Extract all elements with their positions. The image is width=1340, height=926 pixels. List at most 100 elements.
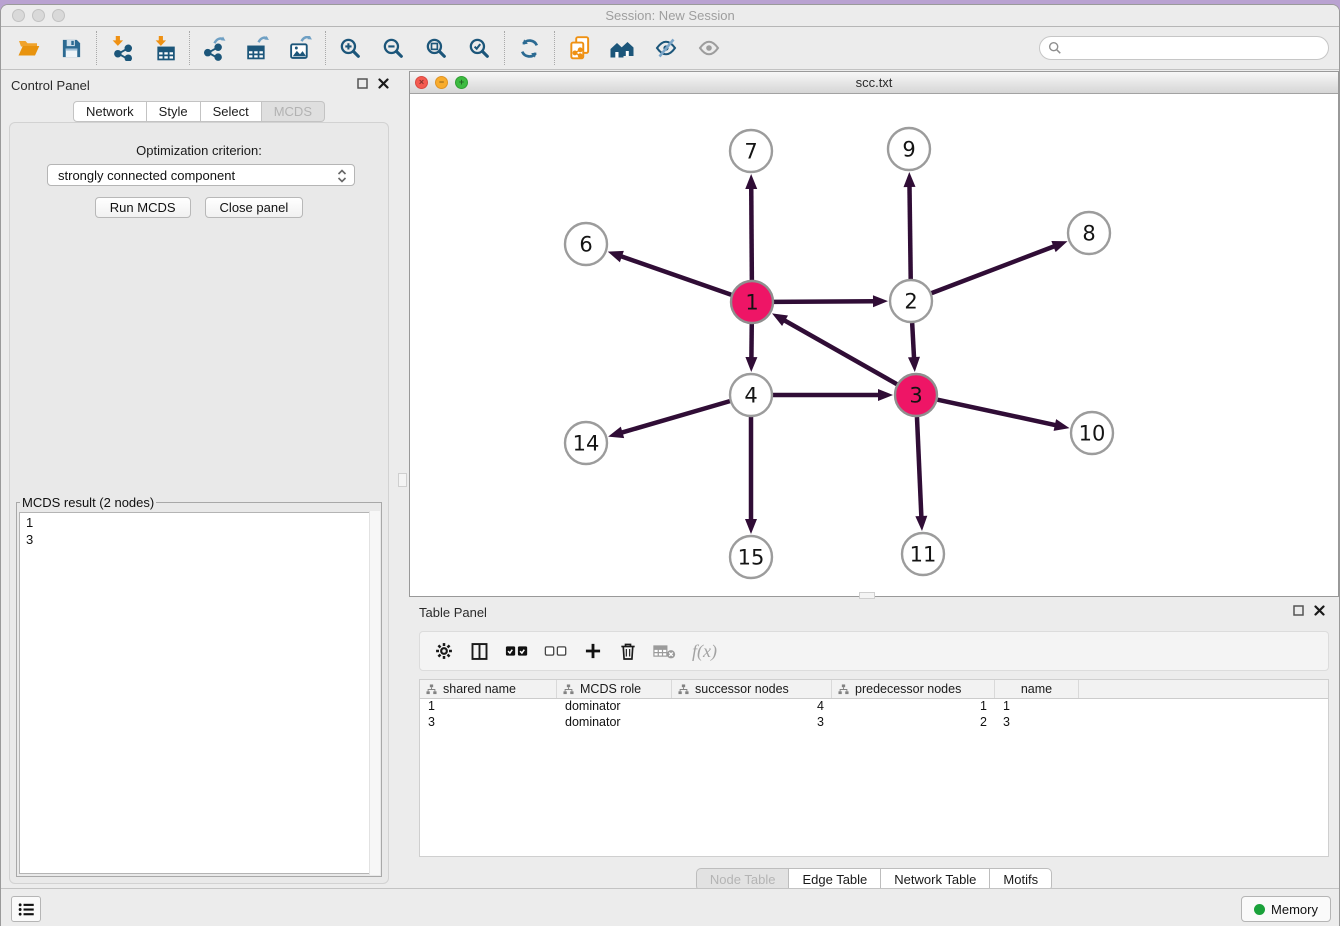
horizontal-splitter-handle[interactable] bbox=[859, 592, 875, 599]
graph-node-6[interactable]: 6 bbox=[565, 223, 607, 265]
vertical-splitter-handle[interactable] bbox=[398, 473, 407, 487]
graph-edge-1-7[interactable] bbox=[751, 187, 752, 280]
graph-node-7[interactable]: 7 bbox=[730, 130, 772, 172]
eye-icon bbox=[696, 36, 722, 60]
table-cell: 3 bbox=[672, 715, 832, 731]
export-network-button[interactable] bbox=[193, 30, 236, 66]
home-button[interactable] bbox=[601, 30, 644, 66]
zoom-out-button[interactable] bbox=[372, 30, 415, 66]
graph-edge-1-6[interactable] bbox=[620, 256, 731, 295]
save-session-button[interactable] bbox=[50, 30, 93, 66]
open-session-button[interactable] bbox=[7, 30, 50, 66]
graph-edge-3-10[interactable] bbox=[938, 400, 1057, 426]
delete-column-button[interactable] bbox=[618, 641, 638, 662]
close-panel-icon[interactable] bbox=[378, 78, 389, 89]
sort-icon bbox=[678, 684, 689, 695]
graph-node-14[interactable]: 14 bbox=[565, 422, 607, 464]
arrowhead-icon bbox=[745, 357, 757, 372]
clone-network-button[interactable] bbox=[558, 30, 601, 66]
graph-edge-3-11[interactable] bbox=[917, 417, 921, 518]
close-panel-button[interactable]: Close panel bbox=[205, 197, 304, 218]
graph-edge-1-2[interactable] bbox=[774, 301, 875, 302]
zoom-selected-button[interactable] bbox=[458, 30, 501, 66]
graph-node-10[interactable]: 10 bbox=[1071, 412, 1113, 454]
panels-menu-button[interactable] bbox=[11, 896, 41, 922]
control-panel-header: Control Panel bbox=[1, 70, 397, 100]
export-table-button[interactable] bbox=[236, 30, 279, 66]
graph-edge-2-3[interactable] bbox=[912, 323, 914, 359]
zoom-in-button[interactable] bbox=[329, 30, 372, 66]
hide-selected-button[interactable] bbox=[644, 30, 687, 66]
table-cell: 2 bbox=[832, 715, 995, 731]
unselect-all-button[interactable] bbox=[544, 643, 568, 659]
sort-icon bbox=[838, 684, 849, 695]
graph-node-4[interactable]: 4 bbox=[730, 374, 772, 416]
memory-button[interactable]: Memory bbox=[1241, 896, 1331, 922]
graph-edge-3-1[interactable] bbox=[783, 320, 897, 384]
add-column-button[interactable] bbox=[583, 641, 603, 661]
refresh-icon bbox=[517, 36, 542, 61]
tab-mcds[interactable]: MCDS bbox=[262, 101, 325, 122]
node-label: 14 bbox=[573, 431, 600, 455]
select-stepper-icon bbox=[337, 169, 347, 183]
mcds-result-text[interactable]: 1 3 bbox=[19, 512, 379, 874]
arrowhead-icon bbox=[908, 357, 920, 372]
graph-node-9[interactable]: 9 bbox=[888, 128, 930, 170]
optimization-criterion-select[interactable]: strongly connected component bbox=[47, 164, 355, 186]
zoom-fit-button[interactable] bbox=[415, 30, 458, 66]
table-panel-title: Table Panel bbox=[419, 605, 487, 620]
search-box bbox=[1039, 36, 1329, 60]
arrowhead-icon bbox=[772, 313, 788, 326]
graph-edge-4-14[interactable] bbox=[621, 401, 730, 433]
show-all-button[interactable] bbox=[687, 30, 730, 66]
criterion-value: strongly connected component bbox=[58, 168, 235, 183]
graph-node-8[interactable]: 8 bbox=[1068, 212, 1110, 254]
graph-node-15[interactable]: 15 bbox=[730, 536, 772, 578]
graph-node-3[interactable]: 3 bbox=[895, 374, 937, 416]
run-mcds-button[interactable]: Run MCDS bbox=[95, 197, 191, 218]
tab-network[interactable]: Network bbox=[73, 101, 147, 122]
arrowhead-icon bbox=[1051, 241, 1067, 252]
close-panel-icon[interactable] bbox=[1314, 605, 1325, 616]
mcds-result-title: MCDS result (2 nodes) bbox=[20, 495, 156, 510]
function-builder-button[interactable]: f(x) bbox=[692, 641, 717, 662]
select-all-button[interactable] bbox=[505, 643, 529, 659]
table-row[interactable]: 3dominator323 bbox=[420, 715, 1328, 731]
result-scrollbar[interactable] bbox=[369, 511, 380, 875]
delete-table-button[interactable] bbox=[653, 643, 677, 660]
tab-style[interactable]: Style bbox=[147, 101, 201, 122]
table-row[interactable]: 1dominator411 bbox=[420, 699, 1328, 715]
graph-node-1[interactable]: 1 bbox=[731, 281, 773, 323]
graph-node-2[interactable]: 2 bbox=[890, 280, 932, 322]
column-header-mcds-role[interactable]: MCDS role bbox=[557, 680, 672, 698]
column-header-successor-nodes[interactable]: successor nodes bbox=[672, 680, 832, 698]
column-header-name[interactable]: name bbox=[995, 680, 1079, 698]
column-header-shared-name[interactable]: shared name bbox=[420, 680, 557, 698]
zoom-in-icon bbox=[338, 36, 363, 61]
float-panel-icon[interactable] bbox=[357, 78, 368, 89]
export-image-button[interactable] bbox=[279, 30, 322, 66]
columns-icon bbox=[469, 641, 490, 662]
control-panel-tabs: NetworkStyleSelectMCDS bbox=[1, 101, 397, 122]
search-input[interactable] bbox=[1067, 41, 1320, 56]
houses-icon bbox=[609, 36, 636, 60]
graph: 7 9 6 8 1 2 4 3 14 10 15 11 bbox=[410, 94, 1340, 596]
graph-node-11[interactable]: 11 bbox=[902, 533, 944, 575]
column-header-predecessor-nodes[interactable]: predecessor nodes bbox=[832, 680, 995, 698]
table-settings-button[interactable] bbox=[434, 641, 454, 661]
float-panel-icon[interactable] bbox=[1293, 605, 1304, 616]
table-cell: 3 bbox=[995, 715, 1079, 731]
import-table-button[interactable] bbox=[143, 30, 186, 66]
checked-boxes-icon bbox=[505, 643, 529, 659]
graph-edge-2-8[interactable] bbox=[932, 246, 1056, 293]
import-table-icon bbox=[152, 36, 177, 61]
network-canvas[interactable]: 7 9 6 8 1 2 4 3 14 10 15 11 bbox=[410, 94, 1338, 596]
node-label: 8 bbox=[1082, 221, 1095, 245]
import-network-button[interactable] bbox=[100, 30, 143, 66]
show-columns-button[interactable] bbox=[469, 641, 490, 662]
network-window: × − + scc.txt 7968124314101511 bbox=[409, 71, 1339, 597]
graph-edge-2-9[interactable] bbox=[909, 185, 910, 279]
apply-layout-button[interactable] bbox=[508, 30, 551, 66]
table-cell: 3 bbox=[420, 715, 557, 731]
tab-select[interactable]: Select bbox=[201, 101, 262, 122]
